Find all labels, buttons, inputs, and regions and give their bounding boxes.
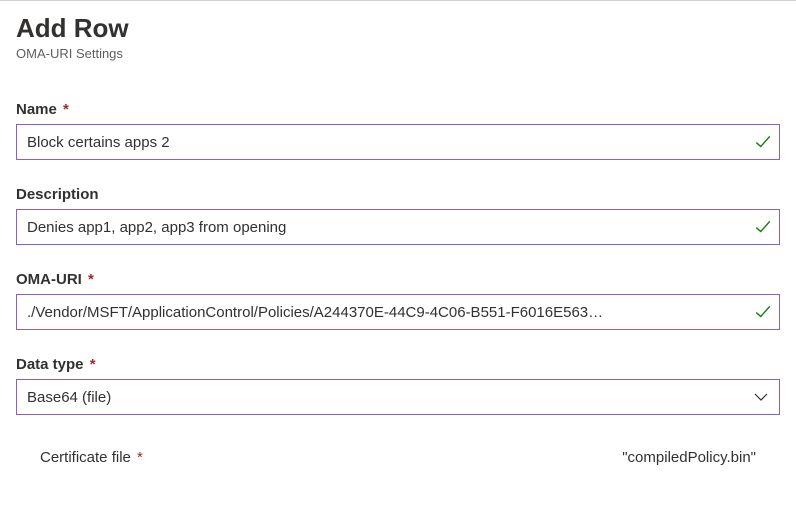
required-indicator: *: [63, 101, 69, 118]
field-group-data-type: Data type * Base64 (file): [16, 356, 780, 415]
data-type-value: Base64 (file): [27, 389, 111, 406]
certificate-file-value: "compiledPolicy.bin": [622, 449, 756, 466]
page-title: Add Row: [16, 13, 780, 44]
certificate-file-label: Certificate file *: [40, 449, 143, 466]
description-label-text: Description: [16, 186, 99, 203]
page-subtitle: OMA-URI Settings: [16, 46, 780, 61]
certificate-file-row: Certificate file * "compiledPolicy.bin": [16, 449, 780, 466]
oma-uri-input-wrap: [16, 294, 780, 330]
field-group-oma-uri: OMA-URI *: [16, 271, 780, 330]
name-label: Name *: [16, 101, 780, 118]
form-area: Name * Description OMA-URI *: [16, 101, 780, 466]
oma-uri-input[interactable]: [16, 294, 780, 330]
page-header: Add Row OMA-URI Settings: [16, 13, 780, 61]
required-indicator: *: [137, 449, 143, 466]
data-type-label: Data type *: [16, 356, 780, 373]
description-input[interactable]: [16, 209, 780, 245]
data-type-label-text: Data type: [16, 356, 84, 373]
required-indicator: *: [90, 356, 96, 373]
description-input-wrap: [16, 209, 780, 245]
name-input-wrap: [16, 124, 780, 160]
chevron-down-icon: [753, 389, 769, 405]
oma-uri-label-text: OMA-URI: [16, 271, 82, 288]
required-indicator: *: [88, 271, 94, 288]
certificate-file-label-text: Certificate file: [40, 449, 131, 466]
name-label-text: Name: [16, 101, 57, 118]
name-input[interactable]: [16, 124, 780, 160]
description-label: Description: [16, 186, 780, 203]
oma-uri-label: OMA-URI *: [16, 271, 780, 288]
data-type-select[interactable]: Base64 (file): [16, 379, 780, 415]
field-group-description: Description: [16, 186, 780, 245]
field-group-name: Name *: [16, 101, 780, 160]
